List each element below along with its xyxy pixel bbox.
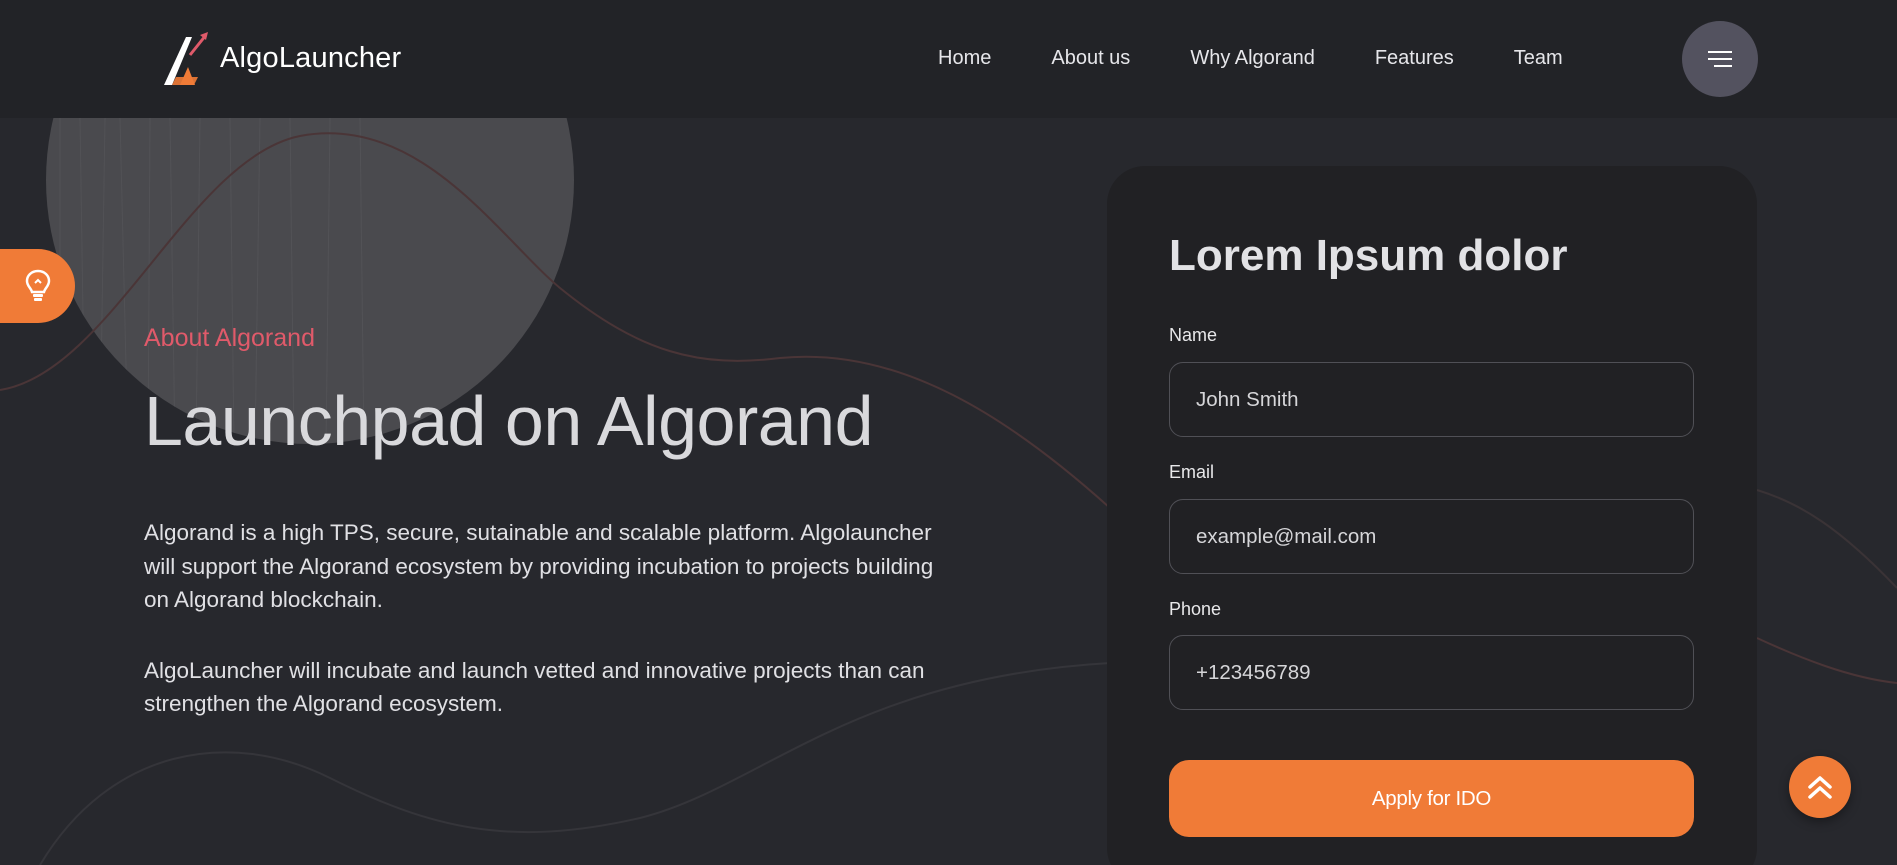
hero-title: Launchpad on Algorand xyxy=(144,382,874,460)
application-form-card: Lorem Ipsum dolor Name Email Phone Apply… xyxy=(1107,166,1757,865)
nav-item-why-algorand[interactable]: Why Algorand xyxy=(1190,44,1315,72)
hero-paragraph: AlgoLauncher will incubate and launch ve… xyxy=(144,657,925,717)
name-field[interactable] xyxy=(1169,362,1694,437)
menu-button[interactable] xyxy=(1682,21,1758,97)
email-field[interactable] xyxy=(1169,499,1694,574)
main-nav: Home About us Why Algorand Features Team xyxy=(938,44,1623,72)
logo[interactable]: AlgoLauncher xyxy=(160,28,401,88)
hero-paragraph: Algorand is a high TPS, secure, sutainab… xyxy=(144,520,934,612)
hamburger-icon xyxy=(1708,51,1732,67)
email-label: Email xyxy=(1169,462,1215,482)
apply-for-ido-button[interactable]: Apply for IDO xyxy=(1169,760,1694,837)
nav-item-team[interactable]: Team xyxy=(1514,44,1563,72)
lightbulb-icon xyxy=(25,269,50,301)
nav-item-features[interactable]: Features xyxy=(1375,44,1454,72)
double-chevron-up-icon xyxy=(1808,776,1832,799)
scroll-to-top-button[interactable] xyxy=(1789,756,1851,818)
side-tab-button[interactable] xyxy=(0,249,75,323)
form-title: Lorem Ipsum dolor xyxy=(1169,231,1568,280)
nav-item-home[interactable]: Home xyxy=(938,44,991,72)
hero-section: About Algorand Launchpad on Algorand Alg… xyxy=(144,320,964,721)
phone-field[interactable] xyxy=(1169,635,1694,710)
hero-eyebrow: About Algorand xyxy=(144,324,315,352)
site-header: AlgoLauncher Home About us Why Algorand … xyxy=(0,0,1897,118)
logo-mark-icon xyxy=(164,32,208,85)
phone-label: Phone xyxy=(1169,599,1222,619)
logo-text: AlgoLauncher xyxy=(220,41,402,74)
name-label: Name xyxy=(1169,325,1218,345)
nav-item-about-us[interactable]: About us xyxy=(1051,44,1130,72)
